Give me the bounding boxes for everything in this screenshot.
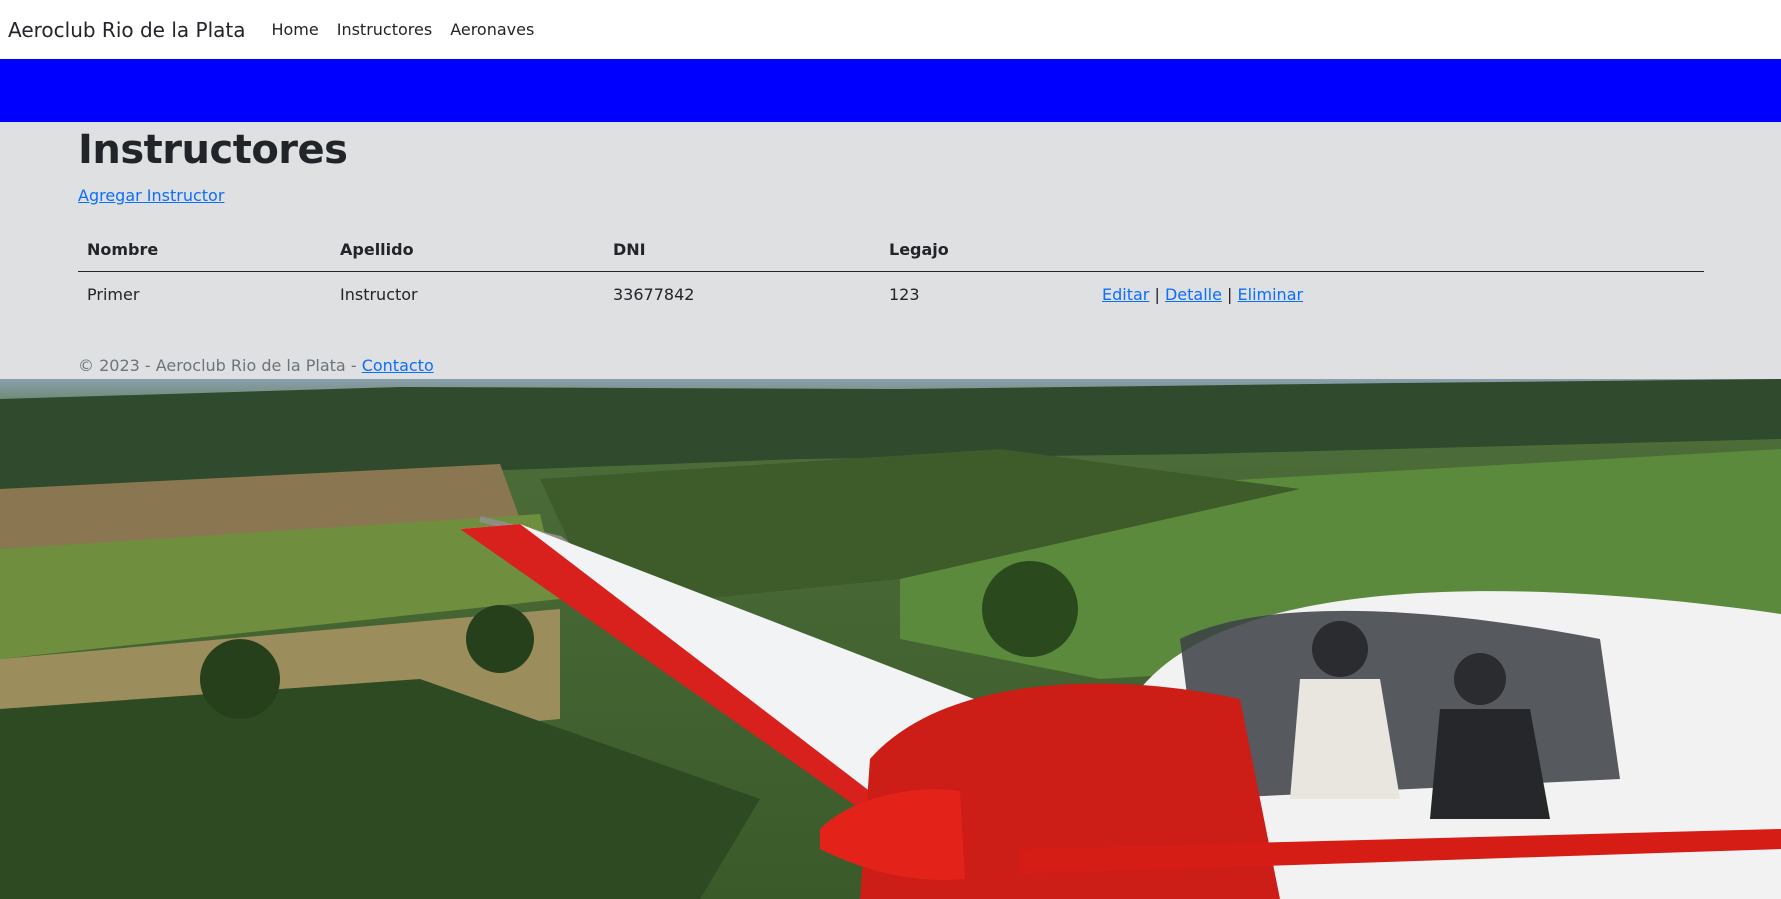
background-photo [0,379,1781,899]
header-apellido: Apellido [331,229,604,272]
delete-link[interactable]: Eliminar [1238,285,1304,304]
table-row: Primer Instructor 33677842 123 Editar | … [78,271,1704,317]
instructors-table: Nombre Apellido DNI Legajo Primer Instru… [78,229,1704,317]
footer: © 2023 - Aeroclub Rio de la Plata - Cont… [78,356,434,375]
main-content: Instructores Agregar Instructor Nombre A… [0,122,1781,379]
header-legajo: Legajo [880,229,1093,272]
nav-link-instructores[interactable]: Instructores [337,20,432,39]
nav-link-home[interactable]: Home [271,20,318,39]
cell-actions: Editar | Detalle | Eliminar [1093,271,1704,317]
blue-banner [0,59,1781,122]
edit-link[interactable]: Editar [1102,285,1149,304]
header-dni: DNI [604,229,880,272]
add-instructor-link[interactable]: Agregar Instructor [78,186,224,205]
brand-link[interactable]: Aeroclub Rio de la Plata [8,18,245,42]
cell-apellido: Instructor [340,284,418,304]
table-header-row: Nombre Apellido DNI Legajo [78,229,1704,272]
detail-link[interactable]: Detalle [1165,285,1222,304]
action-separator: | [1227,284,1233,304]
header-actions [1093,229,1704,272]
footer-text: © 2023 - Aeroclub Rio de la Plata - [78,356,362,375]
airplane-landscape-image [0,379,1781,899]
cell-legajo: 123 [889,284,920,304]
page-title: Instructores [78,127,348,173]
cell-nombre: Primer [87,284,140,304]
top-navbar: Aeroclub Rio de la Plata Home Instructor… [0,0,1781,59]
cell-dni: 33677842 [613,284,695,304]
action-separator: | [1154,284,1160,304]
nav-link-aeronaves[interactable]: Aeronaves [450,20,534,39]
header-nombre: Nombre [78,229,331,272]
contact-link[interactable]: Contacto [362,356,434,375]
